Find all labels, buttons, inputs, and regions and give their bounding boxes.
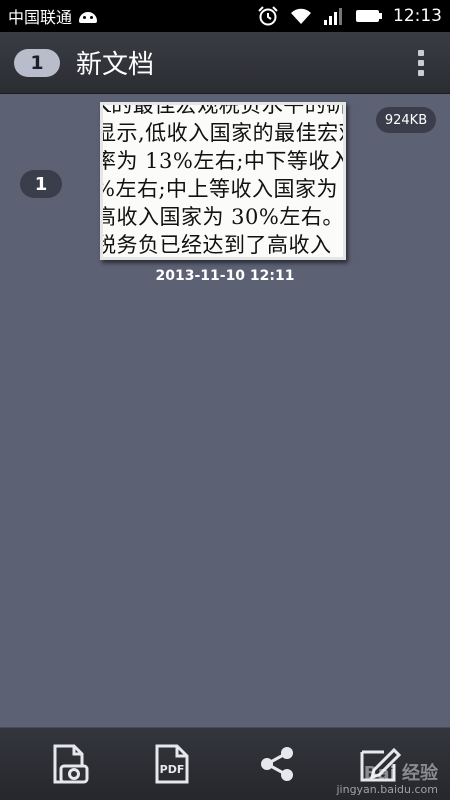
pdf-icon-label: PDF <box>160 763 185 776</box>
carrier-name: 中国联通 <box>8 8 73 27</box>
pdf-export-icon: PDF <box>155 744 189 784</box>
file-size-badge: 924KB <box>376 107 436 133</box>
thumbnail-text-line: 税务负已经达到了高收入 <box>100 233 332 257</box>
share-icon <box>260 747 293 781</box>
android-notification-icon <box>78 9 98 23</box>
camera-scan-icon <box>53 744 89 784</box>
thumbnail-text-line: 显示,低收入国家的最佳宏观税 <box>100 121 343 145</box>
thumbnail-text-line: 高收入国家为 30%左右。中国 <box>100 205 344 229</box>
scan-page-button[interactable] <box>40 734 100 794</box>
battery-icon <box>356 10 382 22</box>
watermark: Bai 经验 jingyan.baidu.com <box>336 763 438 797</box>
status-bar: 中国联通 12:13 <box>0 0 450 32</box>
share-button[interactable] <box>247 734 307 794</box>
page-timestamp: 2013-11-10 12:11 <box>155 268 295 284</box>
page-count-badge[interactable]: 1 <box>14 49 60 77</box>
page-index-badge: 1 <box>20 170 62 198</box>
document-title[interactable]: 新文档 <box>76 44 154 81</box>
thumbnail-text-line: K的最佳宏观税负水平的研究 <box>100 102 346 117</box>
alarm-icon <box>258 6 278 26</box>
page-thumbnail[interactable]: K的最佳宏观税负水平的研究 显示,低收入国家的最佳宏观税 率为 13%左右;中下… <box>100 102 346 260</box>
wifi-icon <box>291 8 311 24</box>
signal-icon <box>324 8 342 25</box>
watermark-brand: Bai 经验 <box>363 763 438 784</box>
export-pdf-button[interactable]: PDF <box>143 734 203 794</box>
thumbnail-text-line: %左右;中上等收入国家为 23% <box>100 177 343 201</box>
title-bar: 1 新文档 <box>0 32 450 94</box>
thumbnail-text-line: 率为 13%左右;中下等收入国家 <box>103 149 343 173</box>
overflow-menu-icon[interactable] <box>418 50 424 76</box>
watermark-url: jingyan.baidu.com <box>336 783 438 796</box>
clock: 12:13 <box>393 6 442 26</box>
